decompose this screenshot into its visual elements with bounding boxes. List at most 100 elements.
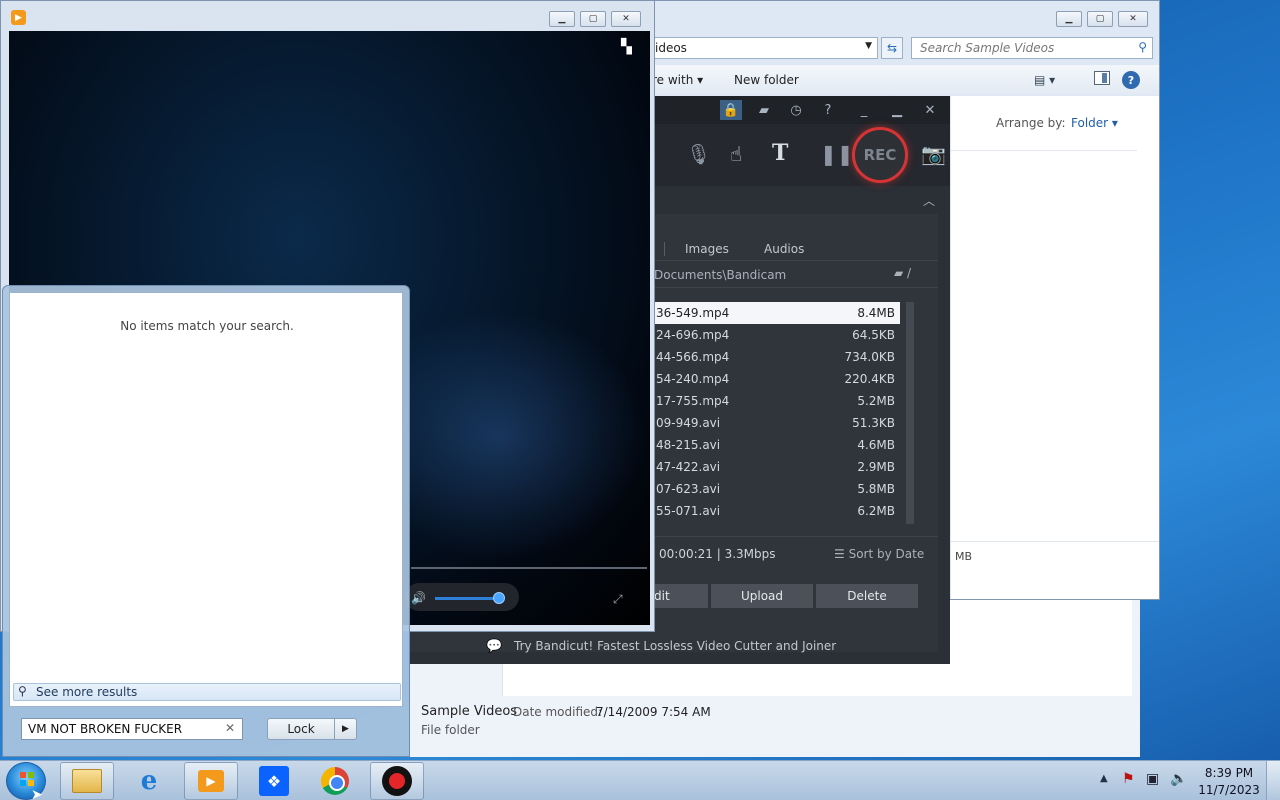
close-button[interactable]: ✕ (919, 100, 941, 120)
new-folder-button[interactable]: New folder (734, 73, 799, 87)
output-path: Documents\Bandicam (654, 268, 787, 282)
file-size: 5.2MB (857, 394, 895, 408)
taskbar-media-player-button[interactable]: ▶ (184, 762, 238, 800)
volume-slider-handle[interactable] (493, 592, 505, 604)
clear-search-icon[interactable]: ✕ (225, 721, 235, 735)
view-options-icon[interactable]: ▤ ▾ (1034, 73, 1055, 87)
taskbar-dropbox-button[interactable]: ❖ (247, 762, 301, 800)
file-name: 24-696.mp4 (656, 328, 730, 342)
file-name: 44-566.mp4 (656, 350, 730, 364)
close-button[interactable]: ✕ (611, 11, 641, 27)
no-results-message: No items match your search. (120, 319, 294, 333)
delete-button[interactable]: Delete (816, 584, 918, 608)
taskbar-ie-button[interactable]: e (122, 762, 176, 800)
folder-icon (72, 769, 102, 793)
share-with-menu[interactable]: re with ▾ (652, 73, 703, 87)
file-size: 2.9MB (857, 460, 895, 474)
list-item[interactable]: 09-949.avi 51.3KB (650, 412, 900, 434)
taskbar-chrome-button[interactable] (308, 762, 362, 800)
taskbar-bandicam-button[interactable] (370, 762, 424, 800)
folder-icon[interactable]: ▰ (753, 100, 775, 120)
taskbar-explorer-button[interactable] (60, 762, 114, 800)
promo-bar[interactable]: 💬 Try Bandicut! Fastest Lossless Video C… (410, 634, 950, 660)
action-center-flag-icon[interactable]: ⚑ (1122, 771, 1135, 787)
start-search-input[interactable]: VM NOT BROKEN FUCKER (21, 718, 243, 740)
minimize-button[interactable]: _ (853, 100, 875, 120)
show-hidden-icons-icon[interactable]: ▲ (1100, 773, 1108, 784)
details-name: Sample Videos (421, 704, 518, 719)
see-more-results-link[interactable]: ⚲ See more results (13, 683, 401, 701)
sort-by-date-button[interactable]: ☰ Sort by Date (834, 547, 924, 561)
close-button[interactable]: ✕ (1118, 11, 1148, 27)
chevron-up-icon[interactable]: ︿ (923, 192, 935, 209)
address-bar[interactable]: ideos ▼ (644, 37, 878, 59)
search-input[interactable]: Search Sample Videos ⚲ (911, 37, 1153, 59)
clock-icon[interactable]: ◷ (785, 100, 807, 120)
refresh-icon[interactable]: ⇆ (881, 37, 903, 59)
cursor-effect-icon[interactable]: ☝ (730, 142, 742, 166)
lock-icon[interactable]: 🔒 (720, 100, 742, 120)
media-player-icon: ▶ (11, 10, 26, 25)
dropbox-icon: ❖ (259, 766, 289, 796)
tab-images[interactable]: Images (685, 242, 729, 256)
clock-date[interactable]: 11/7/2023 (1196, 783, 1262, 797)
help-icon[interactable]: ? (1122, 71, 1140, 89)
file-size: 8.4MB (857, 306, 895, 320)
list-item[interactable]: 36-549.mp4 8.4MB (650, 302, 900, 324)
file-list-scrollbar[interactable] (906, 302, 914, 524)
microphone-icon[interactable]: 🎙 (686, 142, 711, 166)
edit-button[interactable]: dit (650, 584, 708, 608)
chevron-down-icon[interactable]: ▼ (865, 41, 872, 51)
list-item[interactable]: 48-215.avi 4.6MB (650, 434, 900, 456)
list-item[interactable]: 17-755.mp4 5.2MB (650, 390, 900, 412)
text-overlay-icon[interactable]: T (772, 140, 788, 166)
list-item[interactable]: 44-566.mp4 734.0KB (650, 346, 900, 368)
taskbar: e ▶ ❖ ▲ ⚑ ▣ 🔈 8:39 PM 11/7/2023 (0, 760, 1280, 800)
media-player-icon: ▶ (198, 770, 224, 792)
list-item[interactable]: 47-422.avi 2.9MB (650, 456, 900, 478)
record-button[interactable]: REC (852, 127, 908, 183)
arrange-by-label: Arrange by: (996, 116, 1066, 130)
file-name: 36-549.mp4 (656, 306, 730, 320)
preview-pane-icon[interactable] (1094, 71, 1110, 85)
camera-icon[interactable]: 📷 (921, 142, 946, 166)
clock-time[interactable]: 8:39 PM (1196, 766, 1262, 780)
lock-button[interactable]: Lock (267, 718, 335, 740)
volume-icon[interactable]: 🔊 (411, 591, 426, 605)
minimize-button[interactable]: ▁ (1056, 11, 1082, 27)
volume-slider[interactable] (435, 597, 501, 600)
list-item[interactable]: 55-071.avi 6.2MB (650, 500, 900, 522)
arrange-by-dropdown[interactable]: Folder ▾ (1071, 116, 1118, 130)
search-results-panel: No items match your search. (9, 292, 403, 707)
restore-button[interactable]: ▁ (886, 100, 908, 120)
status-text: MB (955, 550, 973, 563)
search-icon[interactable]: ⚲ (1138, 40, 1147, 54)
file-size: 734.0KB (844, 350, 895, 364)
fullscreen-icon[interactable]: ⤢ (613, 592, 623, 607)
path-suffix: / (907, 266, 912, 280)
help-icon[interactable]: ? (817, 100, 839, 120)
file-size: 64.5KB (852, 328, 895, 342)
shutdown-options-arrow-icon[interactable]: ▶ (335, 718, 357, 740)
file-list: 36-549.mp4 8.4MB 24-696.mp4 64.5KB 44-566.… (650, 302, 900, 522)
pause-icon[interactable]: ❚❚ (820, 142, 854, 166)
promo-text: Try Bandicut! Fastest Lossless Video Cut… (514, 639, 837, 653)
list-item[interactable]: 07-623.avi 5.8MB (650, 478, 900, 500)
maximize-button[interactable]: ▢ (580, 11, 606, 27)
switch-to-library-icon[interactable]: ▚ (621, 39, 632, 55)
upload-button[interactable]: Upload (711, 584, 813, 608)
start-menu: No items match your search. ⚲ See more r… (2, 285, 410, 757)
list-item[interactable]: 54-240.mp4 220.4KB (650, 368, 900, 390)
maximize-button[interactable]: ▢ (1087, 11, 1113, 27)
network-icon[interactable]: ▣ (1146, 771, 1159, 787)
seek-bar[interactable] (411, 567, 647, 569)
tab-audios[interactable]: Audios (764, 242, 804, 256)
minimize-button[interactable]: ▁ (549, 11, 575, 27)
show-desktop-button[interactable] (1266, 761, 1280, 800)
record-icon (382, 766, 412, 796)
search-placeholder: Search Sample Videos (920, 41, 1055, 55)
list-item[interactable]: 24-696.mp4 64.5KB (650, 324, 900, 346)
file-name: 47-422.avi (656, 460, 721, 474)
open-folder-icon[interactable]: ▰ / (894, 266, 911, 280)
volume-icon[interactable]: 🔈 (1170, 771, 1187, 787)
